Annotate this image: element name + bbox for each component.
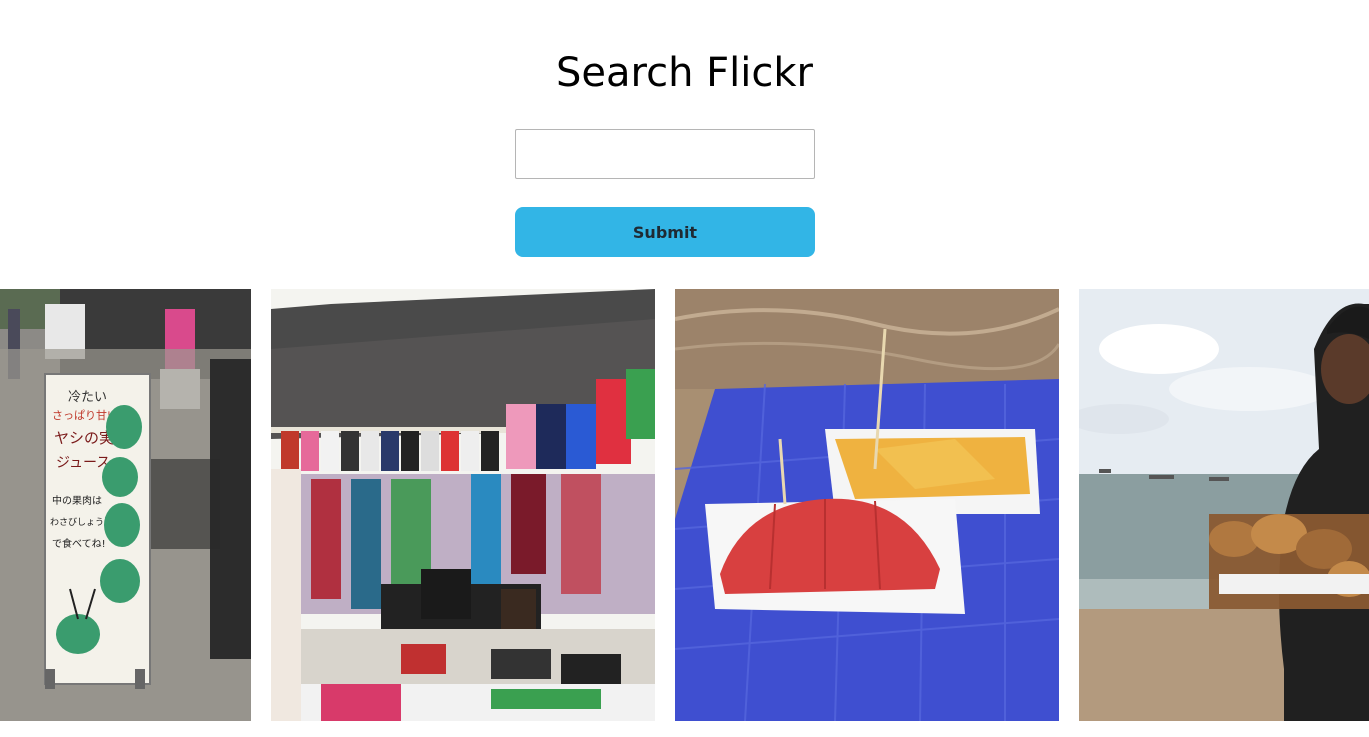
photo-beach-vendor [1079, 289, 1369, 721]
page-title: Search Flickr [556, 50, 813, 96]
sign-line: 中の果肉は [52, 494, 102, 507]
gallery-photo[interactable] [675, 289, 1059, 721]
sign-line: ヤシの実 [54, 429, 114, 447]
submit-button[interactable]: Submit [515, 207, 815, 257]
sign-line: 冷たい [68, 390, 107, 405]
sign-line: わさびしょう油 [50, 516, 113, 528]
photo-coconut-sign: 冷たい さっぱり甘い ヤシの実 ジュース 中の果肉は わさびしょう油 で食べてね… [0, 289, 251, 721]
sign-line: ジュース [56, 455, 110, 471]
gallery-photo[interactable] [271, 289, 655, 721]
gallery-photo[interactable]: 冷たい さっぱり甘い ヤシの実 ジュース 中の果肉は わさびしょう油 で食べてね… [0, 289, 251, 721]
photo-market-stall [271, 289, 655, 721]
photo-fruit-plates [675, 289, 1059, 721]
sign-line: で食べてね! [52, 537, 106, 550]
gallery-photo[interactable] [1079, 289, 1369, 721]
search-input[interactable] [515, 129, 815, 179]
